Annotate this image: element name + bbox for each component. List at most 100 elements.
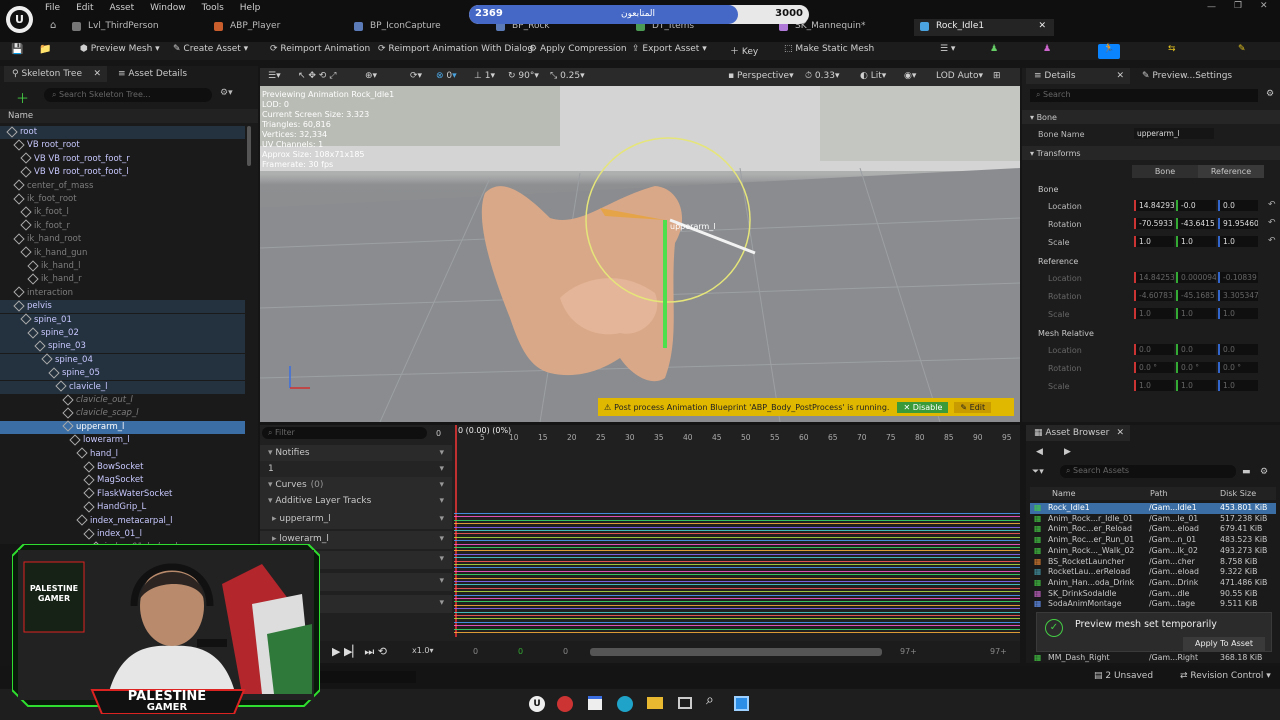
vector-field[interactable]: -43.6415	[1176, 218, 1216, 229]
vector-field[interactable]: 0.0 °	[1134, 362, 1174, 373]
track-row[interactable]: ▸ upperarm_l ▾	[260, 511, 452, 529]
vector-field[interactable]: 1.0	[1218, 380, 1258, 391]
minimize-icon[interactable]: —	[1207, 2, 1216, 12]
bone-row[interactable]: hand_l	[0, 447, 245, 461]
fov-dropdown[interactable]: ⏱ 0.33▾	[805, 71, 839, 81]
mesh-mode-icon[interactable]: ♟	[1043, 44, 1051, 54]
col-name[interactable]: Name	[1052, 489, 1076, 498]
edit-button[interactable]: ✎ Edit	[954, 401, 992, 413]
menu-file[interactable]: File	[45, 3, 60, 13]
console-input[interactable]	[320, 671, 416, 683]
vector-field[interactable]: -4.60783	[1134, 290, 1174, 301]
track-dropdown-icon[interactable]: ▾	[439, 534, 444, 544]
browse-icon[interactable]: 📁	[39, 44, 51, 55]
bone-row[interactable]: lowerarm_l	[0, 434, 245, 447]
export-asset-button[interactable]: ⇪ Export Asset ▾	[632, 44, 707, 54]
bone-row[interactable]: VB root_root	[0, 139, 245, 152]
asset-row[interactable]: ▦ MM_Dash_Right /Gam...Right 368.18 KiB	[1030, 653, 1276, 664]
physics-mode-icon[interactable]: ✎	[1238, 44, 1246, 54]
tab-asset-details[interactable]: ≡ Asset Details	[110, 66, 196, 82]
bone-row[interactable]: BowSocket	[0, 460, 245, 474]
surface-snap-icon[interactable]: ⟳▾	[410, 71, 422, 81]
col-size[interactable]: Disk Size	[1220, 489, 1256, 498]
restore-icon[interactable]: ❐	[1234, 1, 1242, 11]
menu-edit[interactable]: Edit	[76, 3, 93, 13]
vector-field[interactable]: 1.0	[1218, 308, 1258, 319]
bone-row[interactable]: spine_01	[0, 313, 245, 327]
tab-bp-iconcapture[interactable]: BP_IconCapture	[348, 19, 449, 36]
track-dropdown-icon[interactable]: ▾	[439, 514, 444, 524]
move-tool-icon[interactable]: ↖ ✥ ⟲ ⤢	[298, 71, 336, 81]
bone-row[interactable]: spine_05	[0, 367, 245, 381]
asset-row[interactable]: ▦ Anim_Han...oda_Drink/Gam...Drink 471.486…	[1030, 578, 1276, 589]
bone-row[interactable]: ik_foot_l	[0, 206, 245, 219]
folder-icon[interactable]: ▬	[1242, 467, 1251, 477]
forward-arrow-icon[interactable]: ▶	[1064, 447, 1071, 457]
vector-field[interactable]: 0.0 °	[1218, 362, 1258, 373]
vector-field[interactable]: 0.0	[1218, 344, 1258, 355]
bone-row[interactable]: VB VB root_root_foot_r	[0, 152, 245, 166]
tab-preview-settings[interactable]: ✎ Preview...Settings	[1134, 68, 1241, 84]
bone-row[interactable]: pelvis	[0, 300, 245, 314]
revision-control[interactable]: ⇄ Revision Control ▾	[1180, 671, 1271, 681]
track-dropdown-icon[interactable]: ▾	[439, 448, 444, 458]
asset-search-input[interactable]: ⌕ Search Assets	[1060, 465, 1236, 478]
bone-row[interactable]: upperarm_l	[0, 420, 245, 434]
scale-snap[interactable]: ⤡ 0.25▾	[550, 71, 585, 81]
bone-row[interactable]: root	[0, 126, 245, 139]
tab-abp-player[interactable]: ABP_Player	[208, 19, 288, 36]
vector-field[interactable]: 1.0	[1134, 236, 1174, 247]
tab-lvl-thirdperson[interactable]: Lvl_ThirdPerson	[66, 19, 167, 36]
create-asset-button[interactable]: ✎ Create Asset ▾	[173, 44, 248, 54]
explorer-task-icon[interactable]	[647, 697, 663, 709]
vector-field[interactable]: 0.0	[1218, 200, 1258, 211]
asset-row[interactable]: ▦ SK_DrinkSodaIdle/Gam...dle 90.55 KiB	[1030, 589, 1276, 600]
bone-row[interactable]: spine_02	[0, 326, 245, 340]
track-row[interactable]: ▾ Additive Layer Tracks ▾	[260, 493, 452, 511]
bone-row[interactable]: ik_foot_r	[0, 219, 245, 233]
view-mode-dropdown[interactable]: ◐ Lit▾	[860, 71, 886, 81]
tab-rock-idle1[interactable]: Rock_Idle1 ✕	[914, 19, 1054, 36]
tab-skeleton-tree[interactable]: ⚲ Skeleton Tree ✕	[4, 66, 107, 82]
bone-row[interactable]: spine_03	[0, 340, 245, 354]
col-path[interactable]: Path	[1150, 489, 1168, 498]
filter-icon[interactable]: ⏷▾	[1032, 467, 1044, 477]
bone-row[interactable]: interaction	[0, 286, 245, 300]
asset-row[interactable]: ▦ SodaAnimMontage/Gam...tage 9.511 KiB	[1030, 599, 1276, 610]
disable-button[interactable]: ✕ Disable	[897, 401, 949, 413]
lod-dropdown[interactable]: LOD Auto▾	[936, 71, 983, 81]
timeline-filter-input[interactable]: ⌕ Filter	[262, 427, 427, 439]
asset-row[interactable]: ▦ Anim_Roc...er_Run_01/Gam...n_01 483.523 …	[1030, 535, 1276, 546]
close-icon[interactable]: ✕	[1260, 1, 1268, 11]
unreal-logo-icon[interactable]: U	[6, 6, 33, 33]
search-task-icon[interactable]: ⌕	[706, 692, 714, 708]
menu-tools[interactable]: Tools	[202, 3, 224, 13]
vector-field[interactable]: -0.10839	[1218, 272, 1258, 283]
asset-row[interactable]: ▦ Anim_Rock..._Walk_02/Gam...lk_02 493.273…	[1030, 546, 1276, 557]
vector-field[interactable]: 1.0	[1176, 308, 1216, 319]
playback-speed[interactable]: x1.0▾	[412, 646, 433, 655]
animation-mode-icon[interactable]: 🏃	[1098, 44, 1120, 59]
vector-field[interactable]: 0.000094	[1176, 272, 1216, 283]
reimport-with-dialog-button[interactable]: ⟳ Reimport Animation With Dialog	[378, 44, 533, 54]
preview-mesh-button[interactable]: ⬢ Preview Mesh ▾	[80, 44, 160, 54]
menu-help[interactable]: Help	[240, 3, 261, 13]
key-button[interactable]: ＋ Key	[730, 44, 758, 57]
apply-compression-button[interactable]: ⚙ Apply Compression	[529, 44, 627, 54]
asset-row[interactable]: ▦ Anim_Roc...er_Reload/Gam...eload 679.41 …	[1030, 524, 1276, 535]
vector-field[interactable]: -45.1685	[1176, 290, 1216, 301]
settings-gear-icon[interactable]: ⚙▾	[220, 88, 233, 98]
vector-field[interactable]: 1.0	[1134, 308, 1174, 319]
edge-task-icon[interactable]	[617, 696, 633, 712]
close-panel-icon[interactable]: ✕	[1116, 71, 1124, 81]
bone-row[interactable]: spine_04	[0, 353, 245, 367]
add-socket-icon[interactable]: ＋	[16, 88, 29, 107]
bone-row[interactable]: clavicle_scap_l	[0, 407, 245, 420]
viewport-options-icon[interactable]: ⊞	[993, 71, 1001, 81]
world-space-icon[interactable]: ⊕▾	[365, 71, 377, 81]
menu-asset[interactable]: Asset	[110, 3, 135, 13]
track-dropdown-icon[interactable]: ▾	[439, 496, 444, 506]
bone-row[interactable]: ik_foot_root	[0, 192, 245, 206]
details-search-input[interactable]: ⌕ Search	[1030, 89, 1258, 102]
track-dropdown-icon[interactable]: ▾	[439, 576, 444, 586]
